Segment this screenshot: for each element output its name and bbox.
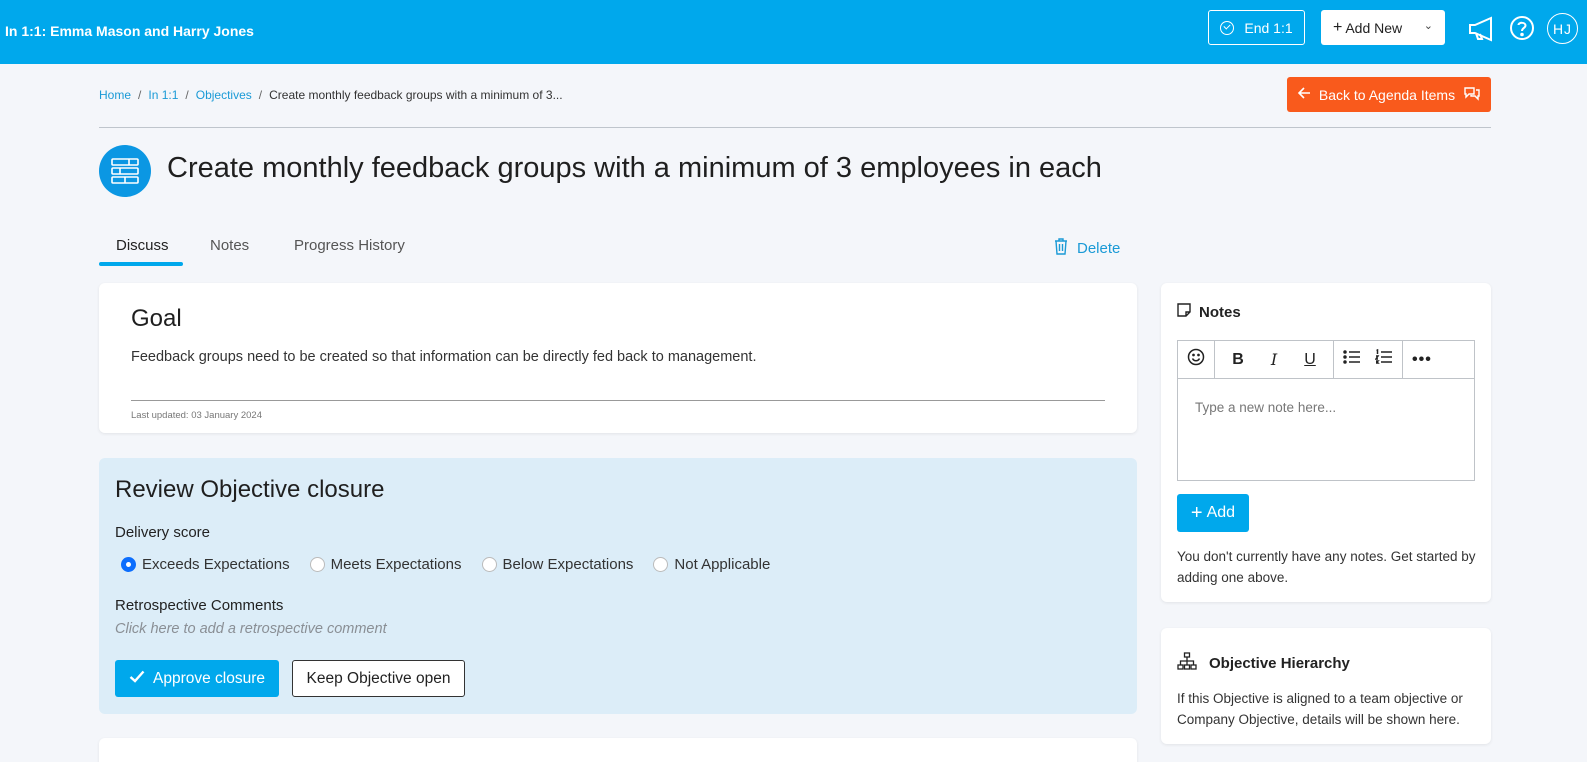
goal-last-updated: Last updated: 03 January 2024 — [131, 410, 262, 421]
breadcrumb-home[interactable]: Home — [99, 88, 131, 102]
note-input[interactable]: Type a new note here... — [1195, 400, 1336, 415]
user-avatar[interactable]: HJ — [1547, 13, 1578, 44]
end-meeting-button[interactable]: End 1:1 — [1208, 10, 1305, 45]
radio-not-applicable[interactable]: Not Applicable — [653, 556, 770, 573]
delivery-score-label: Delivery score — [115, 524, 211, 541]
breadcrumb-current: Create monthly feedback groups with a mi… — [269, 88, 563, 102]
objective-hierarchy-panel: Objective Hierarchy If this Objective is… — [1161, 628, 1491, 744]
next-section-card — [99, 738, 1137, 762]
breadcrumb: Home / In 1:1 / Objectives / Create mont… — [99, 88, 563, 102]
radio-indicator[interactable] — [121, 557, 136, 572]
notes-heading: Notes — [1199, 303, 1241, 321]
end-meeting-label: End 1:1 — [1244, 19, 1293, 36]
add-new-button[interactable]: + Add New ⌄ — [1321, 10, 1445, 45]
toolbar-group-format: B I U — [1215, 341, 1334, 378]
back-to-agenda-button[interactable]: Back to Agenda Items — [1287, 77, 1491, 112]
goal-heading: Goal — [131, 305, 182, 332]
hierarchy-header: Objective Hierarchy — [1177, 652, 1350, 674]
breadcrumb-separator: / — [185, 88, 189, 102]
radio-meets-expectations[interactable]: Meets Expectations — [309, 556, 462, 573]
hierarchy-description: If this Objective is aligned to a team o… — [1177, 691, 1463, 727]
delete-button[interactable]: Delete — [1054, 238, 1120, 259]
editor-toolbar: B I U ••• — [1178, 341, 1474, 379]
tab-progress-history[interactable]: Progress History — [294, 237, 405, 254]
hierarchy-icon — [1177, 652, 1197, 674]
approve-closure-label: Approve closure — [152, 669, 265, 687]
delete-label: Delete — [1077, 240, 1121, 257]
keep-objective-open-button[interactable]: Keep Objective open — [292, 660, 465, 697]
delivery-score-options: Exceeds Expectations Meets Expectations … — [121, 556, 770, 573]
toolbar-group-emoji — [1178, 341, 1215, 378]
note-editor: B I U ••• Type a new note here... — [1177, 340, 1475, 481]
tab-discuss[interactable]: Discuss — [116, 237, 169, 254]
add-note-label: Add — [1206, 504, 1236, 521]
breadcrumb-objectives[interactable]: Objectives — [196, 88, 252, 102]
goal-divider — [131, 400, 1105, 401]
radio-indicator[interactable] — [481, 557, 497, 572]
chevron-down-icon: ⌄ — [1423, 20, 1433, 32]
sticky-note-icon — [1177, 303, 1191, 321]
radio-label: Not Applicable — [674, 556, 771, 573]
bold-icon[interactable]: B — [1229, 351, 1247, 369]
active-tab-indicator — [99, 262, 183, 266]
more-options-icon[interactable]: ••• — [1412, 351, 1431, 369]
retrospective-comment-input[interactable]: Click here to add a retrospective commen… — [115, 621, 387, 637]
breadcrumb-separator: / — [138, 88, 142, 102]
meeting-title: In 1:1: Emma Mason and Harry Jones — [5, 23, 254, 39]
notes-header: Notes — [1177, 303, 1241, 321]
objective-icon — [99, 145, 151, 197]
add-new-label: Add New — [1345, 19, 1403, 36]
toolbar-group-lists — [1334, 341, 1403, 378]
header-divider — [99, 127, 1491, 128]
toolbar-group-more: ••• — [1403, 341, 1439, 378]
radio-indicator[interactable] — [309, 557, 325, 572]
help-icon[interactable] — [1509, 15, 1535, 46]
megaphone-icon[interactable] — [1467, 14, 1497, 49]
radio-exceeds-expectations[interactable]: Exceeds Expectations — [121, 556, 290, 573]
approve-closure-button[interactable]: Approve closure — [115, 660, 279, 697]
chat-bubbles-icon — [1463, 85, 1481, 104]
page-title: Create monthly feedback groups with a mi… — [167, 152, 1102, 184]
notes-panel: Notes B I U ••• Type a new note here... … — [1161, 283, 1491, 602]
retrospective-comments-label: Retrospective Comments — [115, 597, 284, 614]
radio-below-expectations[interactable]: Below Expectations — [481, 556, 634, 573]
numbered-list-icon[interactable] — [1374, 348, 1393, 370]
breadcrumb-in-one-on-one[interactable]: In 1:1 — [148, 88, 178, 102]
checkmark-icon — [129, 670, 145, 688]
notes-empty-message: You don't currently have any notes. Get … — [1177, 549, 1476, 585]
plus-icon: + — [1333, 18, 1343, 36]
radio-indicator[interactable] — [653, 557, 669, 572]
goal-text: Feedback groups need to be created so th… — [131, 349, 757, 365]
top-bar: In 1:1: Emma Mason and Harry Jones End 1… — [0, 0, 1587, 64]
radio-label: Exceeds Expectations — [142, 556, 290, 573]
goal-card: Goal Feedback groups need to be created … — [99, 283, 1137, 433]
tab-notes[interactable]: Notes — [210, 237, 249, 254]
review-closure-card: Review Objective closure Delivery score … — [99, 458, 1137, 714]
back-to-agenda-label: Back to Agenda Items — [1318, 86, 1456, 103]
underline-icon[interactable]: U — [1301, 351, 1319, 369]
radio-label: Below Expectations — [502, 556, 634, 573]
add-note-button[interactable]: + Add — [1177, 494, 1249, 532]
breadcrumb-separator: / — [258, 88, 263, 102]
radio-label: Meets Expectations — [330, 556, 462, 573]
review-heading: Review Objective closure — [115, 476, 385, 503]
check-circle-icon — [1220, 20, 1235, 35]
bullet-list-icon[interactable] — [1343, 349, 1361, 370]
trash-icon — [1054, 238, 1068, 259]
plus-icon: + — [1190, 502, 1203, 524]
italic-icon[interactable]: I — [1265, 350, 1283, 369]
emoji-icon[interactable] — [1187, 348, 1205, 371]
arrow-left-icon — [1297, 86, 1311, 103]
hierarchy-heading: Objective Hierarchy — [1209, 654, 1350, 672]
